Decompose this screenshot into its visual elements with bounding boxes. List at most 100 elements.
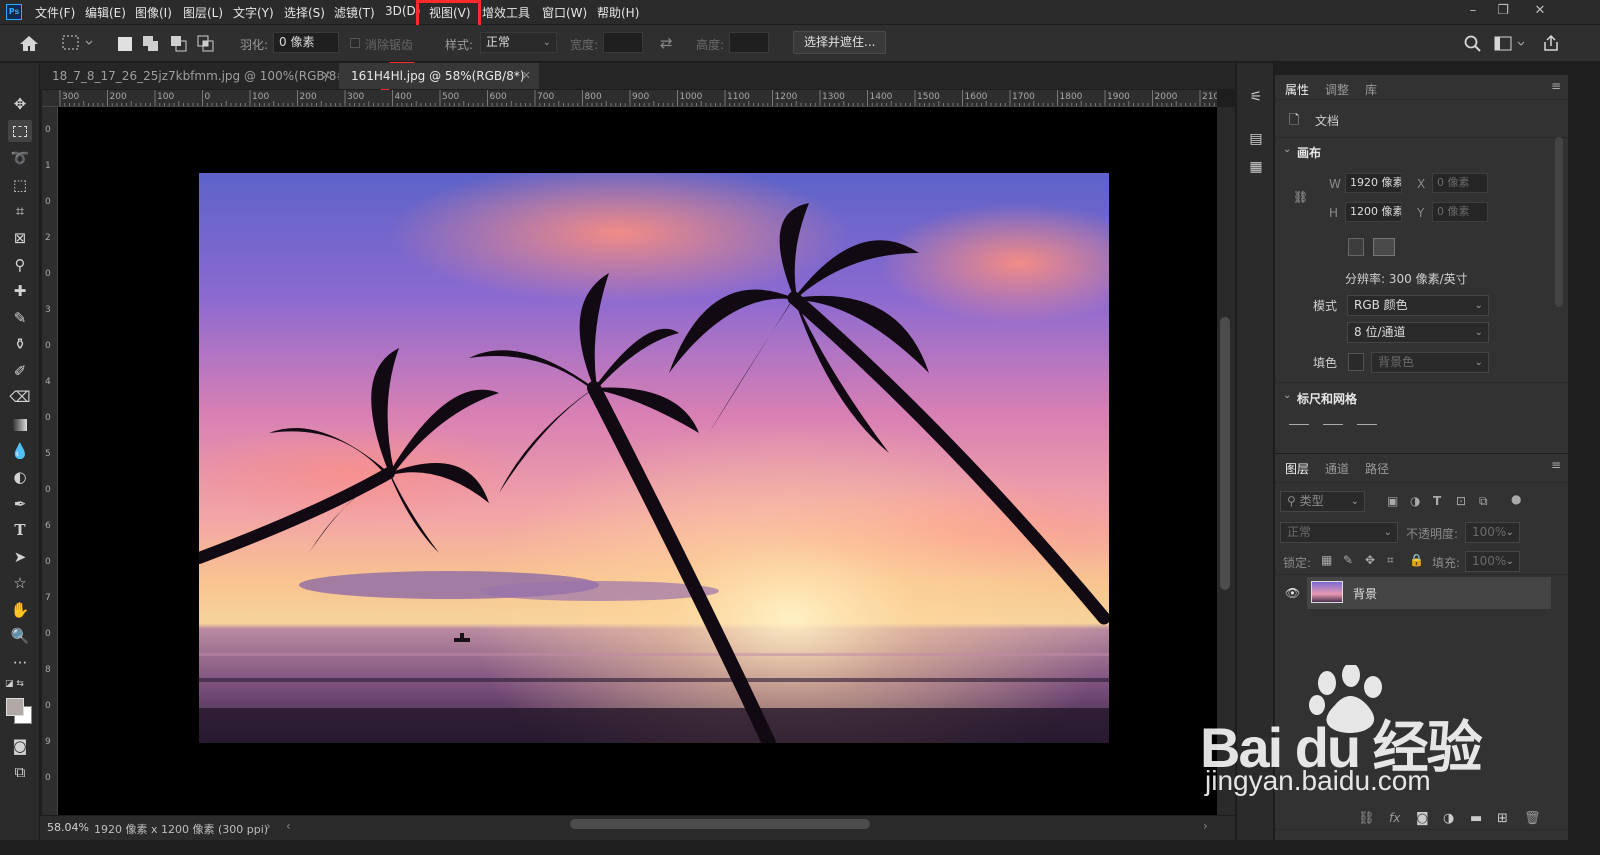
scroll-right-icon[interactable]: › [1203,819,1208,833]
lock-all-icon[interactable]: 🔒 [1409,553,1424,567]
select-and-mask-button[interactable]: 选择并遮住... [793,31,887,54]
link-icon[interactable]: ⛓ [1293,190,1308,204]
layer-visibility-eye-icon[interactable]: 👁 [1285,586,1300,600]
panel-menu-icon[interactable]: ≡ [1551,458,1561,472]
width-input[interactable] [603,32,643,53]
close-tab-icon[interactable]: ✕ [522,63,531,89]
canvas-area[interactable] [58,107,1217,815]
tab-adjustments[interactable]: 调整 [1325,81,1349,98]
more-tools-icon[interactable]: ··· [8,652,32,674]
subtract-selection-icon[interactable] [170,35,188,53]
new-selection-icon[interactable] [118,37,132,51]
move-tool-icon[interactable]: ✥ [8,93,32,115]
canvas-height-input[interactable]: 1200 像素 [1345,202,1402,222]
guide-line-icon[interactable] [1323,424,1343,425]
shape-filter-icon[interactable]: ⊡ [1456,494,1466,508]
clone-stamp-tool-icon[interactable]: ⚱ [8,333,32,355]
eraser-tool-icon[interactable]: ⌫ [8,386,32,408]
foreground-color-swatch[interactable] [6,698,24,716]
swap-icon[interactable]: ⇄ [660,34,673,52]
feather-input[interactable]: 0 像素 [273,32,339,53]
menu-file[interactable]: 文件(F) [35,4,75,21]
menu-edit[interactable]: 编辑(E) [85,4,126,21]
collapse-rulers-icon[interactable]: ⌄ [1283,390,1291,401]
close-tab-icon[interactable]: ✕ [322,63,331,89]
new-layer-icon[interactable]: ⊞ [1497,811,1508,826]
menu-type[interactable]: 文字(Y) [233,4,274,21]
shape-tool-icon[interactable]: ☆ [8,572,32,594]
bit-depth-select[interactable]: 8 位/通道 ⌄ [1347,322,1489,343]
tab-paths[interactable]: 路径 [1365,460,1389,477]
restore-icon[interactable]: ❐ [1493,3,1513,19]
zoom-tool-icon[interactable]: 🔍 [8,625,32,647]
filter-toggle-icon[interactable]: ● [1511,492,1521,506]
pixel-filter-icon[interactable]: ▣ [1387,494,1398,508]
home-icon[interactable] [19,34,39,52]
lock-artboard-icon[interactable]: ⌗ [1387,553,1394,568]
add-mask-icon[interactable]: ◙ [1416,811,1429,826]
history-brush-tool-icon[interactable]: ✐ [8,360,32,382]
healing-brush-tool-icon[interactable]: ✚ [8,280,32,302]
tab-layers[interactable]: 图层 [1285,460,1309,477]
fill-select[interactable]: 背景色 ⌄ [1371,352,1489,373]
rectangular-marquee-tool-icon[interactable] [8,120,32,142]
info-panel-icon[interactable]: ▤ [1247,130,1265,148]
object-selection-tool-icon[interactable]: ⬚ [8,174,32,196]
layer-name[interactable]: 背景 [1353,585,1377,602]
blur-tool-icon[interactable]: 💧 [8,440,32,462]
vertical-scroll-thumb[interactable] [1220,317,1230,590]
lasso-tool-icon[interactable]: ➰ [8,147,32,169]
share-icon[interactable] [1542,34,1560,52]
lock-transparent-icon[interactable]: ▦ [1321,553,1332,567]
tab-document-1[interactable]: 18_7_8_17_26_25jz7kbfmm.jpg @ 100%(RGB/8… [40,63,351,89]
menu-help[interactable]: 帮助(H) [597,4,639,21]
menu-select[interactable]: 选择(S) [284,4,325,21]
tab-channels[interactable]: 通道 [1325,460,1349,477]
smart-object-filter-icon[interactable]: ⧉ [1479,494,1488,509]
menu-filter[interactable]: 滤镜(T) [334,4,375,21]
notes-panel-icon[interactable]: ▦ [1247,158,1265,176]
menu-window[interactable]: 窗口(W) [542,4,587,21]
type-filter-icon[interactable]: T [1433,494,1441,508]
menu-layer[interactable]: 图层(L) [183,4,223,21]
layer-style-icon[interactable]: fx [1389,811,1400,825]
eyedropper-tool-icon[interactable]: ⚲ [8,254,32,276]
dodge-tool-icon[interactable]: ◐ [8,466,32,488]
color-mode-select[interactable]: RGB 颜色 ⌄ [1347,295,1489,316]
pen-tool-icon[interactable]: ✒ [8,493,32,515]
scroll-left-icon[interactable]: ‹ [286,819,291,833]
status-menu-arrow-icon[interactable]: › [266,819,271,833]
collapse-canvas-icon[interactable]: ⌄ [1283,144,1291,155]
fill-color-swatch[interactable] [1348,353,1364,371]
tab-document-2[interactable]: 161H4Hl.jpg @ 58%(RGB/8*) ✕ [339,63,539,89]
canvas-width-input[interactable]: 1920 像素 [1345,173,1402,193]
quick-mask-icon[interactable]: ◙ [8,735,32,757]
adjustment-layer-icon[interactable]: ◑ [1443,811,1454,826]
ruler-line-icon[interactable] [1289,424,1309,425]
default-colors-icon[interactable]: ◪ ⇆ [5,679,24,689]
frame-tool-icon[interactable]: ⊠ [8,227,32,249]
tab-libraries[interactable]: 库 [1365,81,1377,98]
intersect-selection-icon[interactable] [197,35,215,53]
workspace-icon[interactable] [1494,36,1528,52]
tab-properties[interactable]: 属性 [1285,81,1309,98]
close-icon[interactable]: ✕ [1530,3,1550,19]
horizontal-scroll-thumb[interactable] [570,819,870,829]
grid-line-icon[interactable] [1357,424,1377,425]
crop-tool-icon[interactable]: ⌗ [8,200,32,222]
gradient-tool-icon[interactable] [8,413,32,435]
path-selection-tool-icon[interactable]: ➤ [8,546,32,568]
menu-image[interactable]: 图像(I) [135,4,172,21]
delete-layer-icon[interactable]: 🗑 [1524,811,1541,826]
antialias-checkbox[interactable] [350,38,360,48]
history-panel-icon[interactable]: ⚟ [1247,88,1265,106]
lock-image-icon[interactable]: ✎ [1343,553,1353,567]
height-input[interactable] [729,32,769,53]
portrait-orientation-icon[interactable] [1348,238,1364,256]
type-tool-icon[interactable]: T [8,519,32,541]
new-group-icon[interactable]: ▬ [1470,811,1482,826]
marquee-tool-preset-icon[interactable] [62,35,96,51]
style-select[interactable]: 正常 ⌄ [480,32,557,53]
link-layers-icon[interactable]: ⛓ [1358,811,1375,826]
panel-menu-icon[interactable]: ≡ [1551,79,1561,93]
